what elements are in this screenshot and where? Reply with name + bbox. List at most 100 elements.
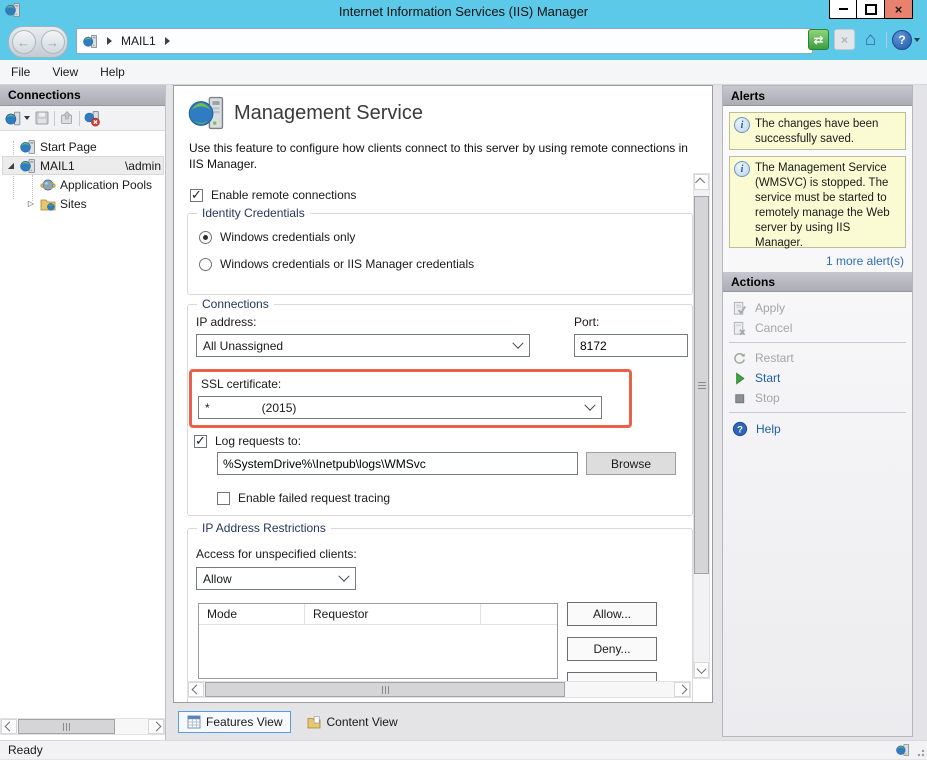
toolbar-divider [54, 111, 55, 126]
tab-features-view[interactable]: Features View [178, 711, 291, 733]
scroll-left-button[interactable] [188, 682, 204, 697]
sidebar-item-sites[interactable]: ▷ Sites [26, 194, 87, 213]
scroll-left-button[interactable] [1, 719, 17, 734]
expanded-triangle-icon[interactable]: ◢ [6, 161, 16, 170]
content-vscrollbar[interactable] [693, 173, 710, 679]
action-label: Apply [755, 301, 785, 315]
maximize-button[interactable] [857, 0, 885, 19]
windows-or-iis-credentials-radio[interactable] [199, 258, 212, 271]
scroll-up-button[interactable] [694, 174, 709, 190]
refresh-button[interactable]: ⇄ [808, 29, 829, 50]
apply-icon [732, 301, 747, 316]
allow-button[interactable]: Allow... [567, 602, 657, 626]
radio-row: Windows credentials only [199, 230, 355, 244]
connections-header: Connections [0, 85, 165, 106]
refresh-icon: ⇄ [813, 33, 823, 47]
create-connection-button[interactable] [5, 110, 30, 127]
action-start[interactable]: Start [723, 368, 912, 388]
column-requestor[interactable]: Requestor [305, 604, 481, 624]
menu-file[interactable]: File [0, 62, 41, 82]
toolbar-divider [886, 32, 887, 48]
stop-x-icon: × [841, 33, 848, 47]
delete-connection-button[interactable] [84, 110, 101, 127]
home-icon: ⌂ [865, 29, 876, 51]
connect-globe-icon [5, 110, 22, 127]
browse-button[interactable]: Browse [586, 452, 676, 475]
toolbar-divider [79, 111, 80, 126]
chevron-left-icon [191, 685, 201, 695]
tab-label: Content View [326, 715, 397, 729]
iis-manager-window: Internet Information Services (IIS) Mana… [0, 0, 927, 759]
thumb-grip [382, 686, 389, 694]
ip-restrictions-group: IP Address Restrictions Access for unspe… [187, 528, 693, 703]
table-header-row: Mode Requestor [199, 604, 557, 625]
access-clients-select[interactable]: Allow [196, 567, 356, 590]
menu-help[interactable]: Help [89, 62, 136, 82]
navigation-toolbar: ← → MAIL1 ⇄ × ⌂ ? [0, 22, 927, 60]
tab-content-view[interactable]: Content View [299, 712, 405, 732]
log-requests-label: Log requests to: [215, 434, 301, 448]
ssl-certificate-select[interactable]: *(2015) [198, 396, 602, 419]
sidebar-hscrollbar[interactable] [0, 718, 165, 735]
access-clients-label: Access for unspecified clients: [196, 547, 357, 561]
tree-item-label: MAIL1 [40, 159, 75, 173]
scroll-right-button[interactable] [148, 719, 164, 734]
chevron-down-icon [914, 38, 920, 42]
scroll-right-button[interactable] [674, 682, 690, 697]
ip-address-label: IP address: [196, 315, 256, 329]
scroll-down-button[interactable] [694, 662, 709, 678]
status-bar: Ready [0, 740, 927, 759]
action-help[interactable]: ? Help [723, 419, 912, 439]
status-server-icon [896, 743, 910, 760]
restrictions-table: Mode Requestor [198, 603, 558, 679]
content-hscrollbar[interactable] [187, 681, 691, 698]
breadcrumb-arrow-icon [107, 37, 112, 45]
action-cancel: Cancel [723, 318, 912, 338]
action-restart: Restart [723, 348, 912, 368]
more-alerts-link[interactable]: 1 more alert(s) [826, 254, 904, 268]
log-path-input[interactable] [217, 452, 578, 475]
windows-credentials-radio[interactable] [199, 231, 212, 244]
minimize-button[interactable] [829, 0, 857, 19]
actions-divider [729, 342, 906, 343]
collapsed-triangle-icon[interactable]: ▷ [26, 199, 36, 208]
status-text: Ready [8, 743, 43, 757]
menu-view[interactable]: View [41, 62, 89, 82]
sidebar-item-application-pools[interactable]: Application Pools [40, 175, 152, 194]
scrollbar-thumb[interactable] [205, 682, 565, 697]
log-requests-checkbox[interactable] [194, 435, 207, 448]
log-requests-row: Log requests to: [194, 434, 301, 448]
ip-address-select[interactable]: All Unassigned [196, 334, 530, 357]
svg-text:?: ? [737, 424, 743, 435]
chevron-down-icon [584, 399, 595, 410]
resize-grip[interactable] [915, 747, 925, 757]
tree-item-label: Application Pools [60, 178, 152, 192]
action-label: Cancel [755, 321, 792, 335]
page-description: Use this feature to configure how client… [189, 140, 694, 172]
back-button[interactable]: ← [12, 30, 36, 54]
action-stop: Stop [723, 388, 912, 408]
scrollbar-thumb[interactable] [694, 196, 709, 574]
sidebar-item-server[interactable]: ◢ MAIL1 \admin [2, 156, 164, 175]
column-mode[interactable]: Mode [199, 604, 305, 624]
start-icon [732, 371, 747, 386]
help-menu-button[interactable]: ? [892, 30, 920, 50]
forward-button[interactable]: → [41, 30, 65, 54]
group-legend: IP Address Restrictions [197, 521, 331, 535]
home-button[interactable]: ⌂ [860, 29, 881, 50]
failed-request-tracing-checkbox[interactable] [217, 492, 230, 505]
connections-toolbar [0, 106, 165, 131]
breadcrumb[interactable]: MAIL1 [76, 28, 813, 54]
scrollbar-thumb[interactable] [18, 719, 115, 734]
start-page-icon [20, 139, 36, 155]
port-input[interactable] [574, 334, 688, 357]
restart-icon [732, 351, 747, 366]
export-icon [59, 110, 75, 126]
stop-icon [732, 391, 747, 406]
view-tab-bar: Features View Content View [173, 703, 713, 740]
breadcrumb-server[interactable]: MAIL1 [121, 34, 156, 48]
deny-button[interactable]: Deny... [567, 637, 657, 661]
sidebar-item-start-page[interactable]: Start Page [20, 137, 97, 156]
enable-remote-checkbox[interactable] [190, 189, 203, 202]
close-button[interactable]: × [885, 0, 913, 19]
